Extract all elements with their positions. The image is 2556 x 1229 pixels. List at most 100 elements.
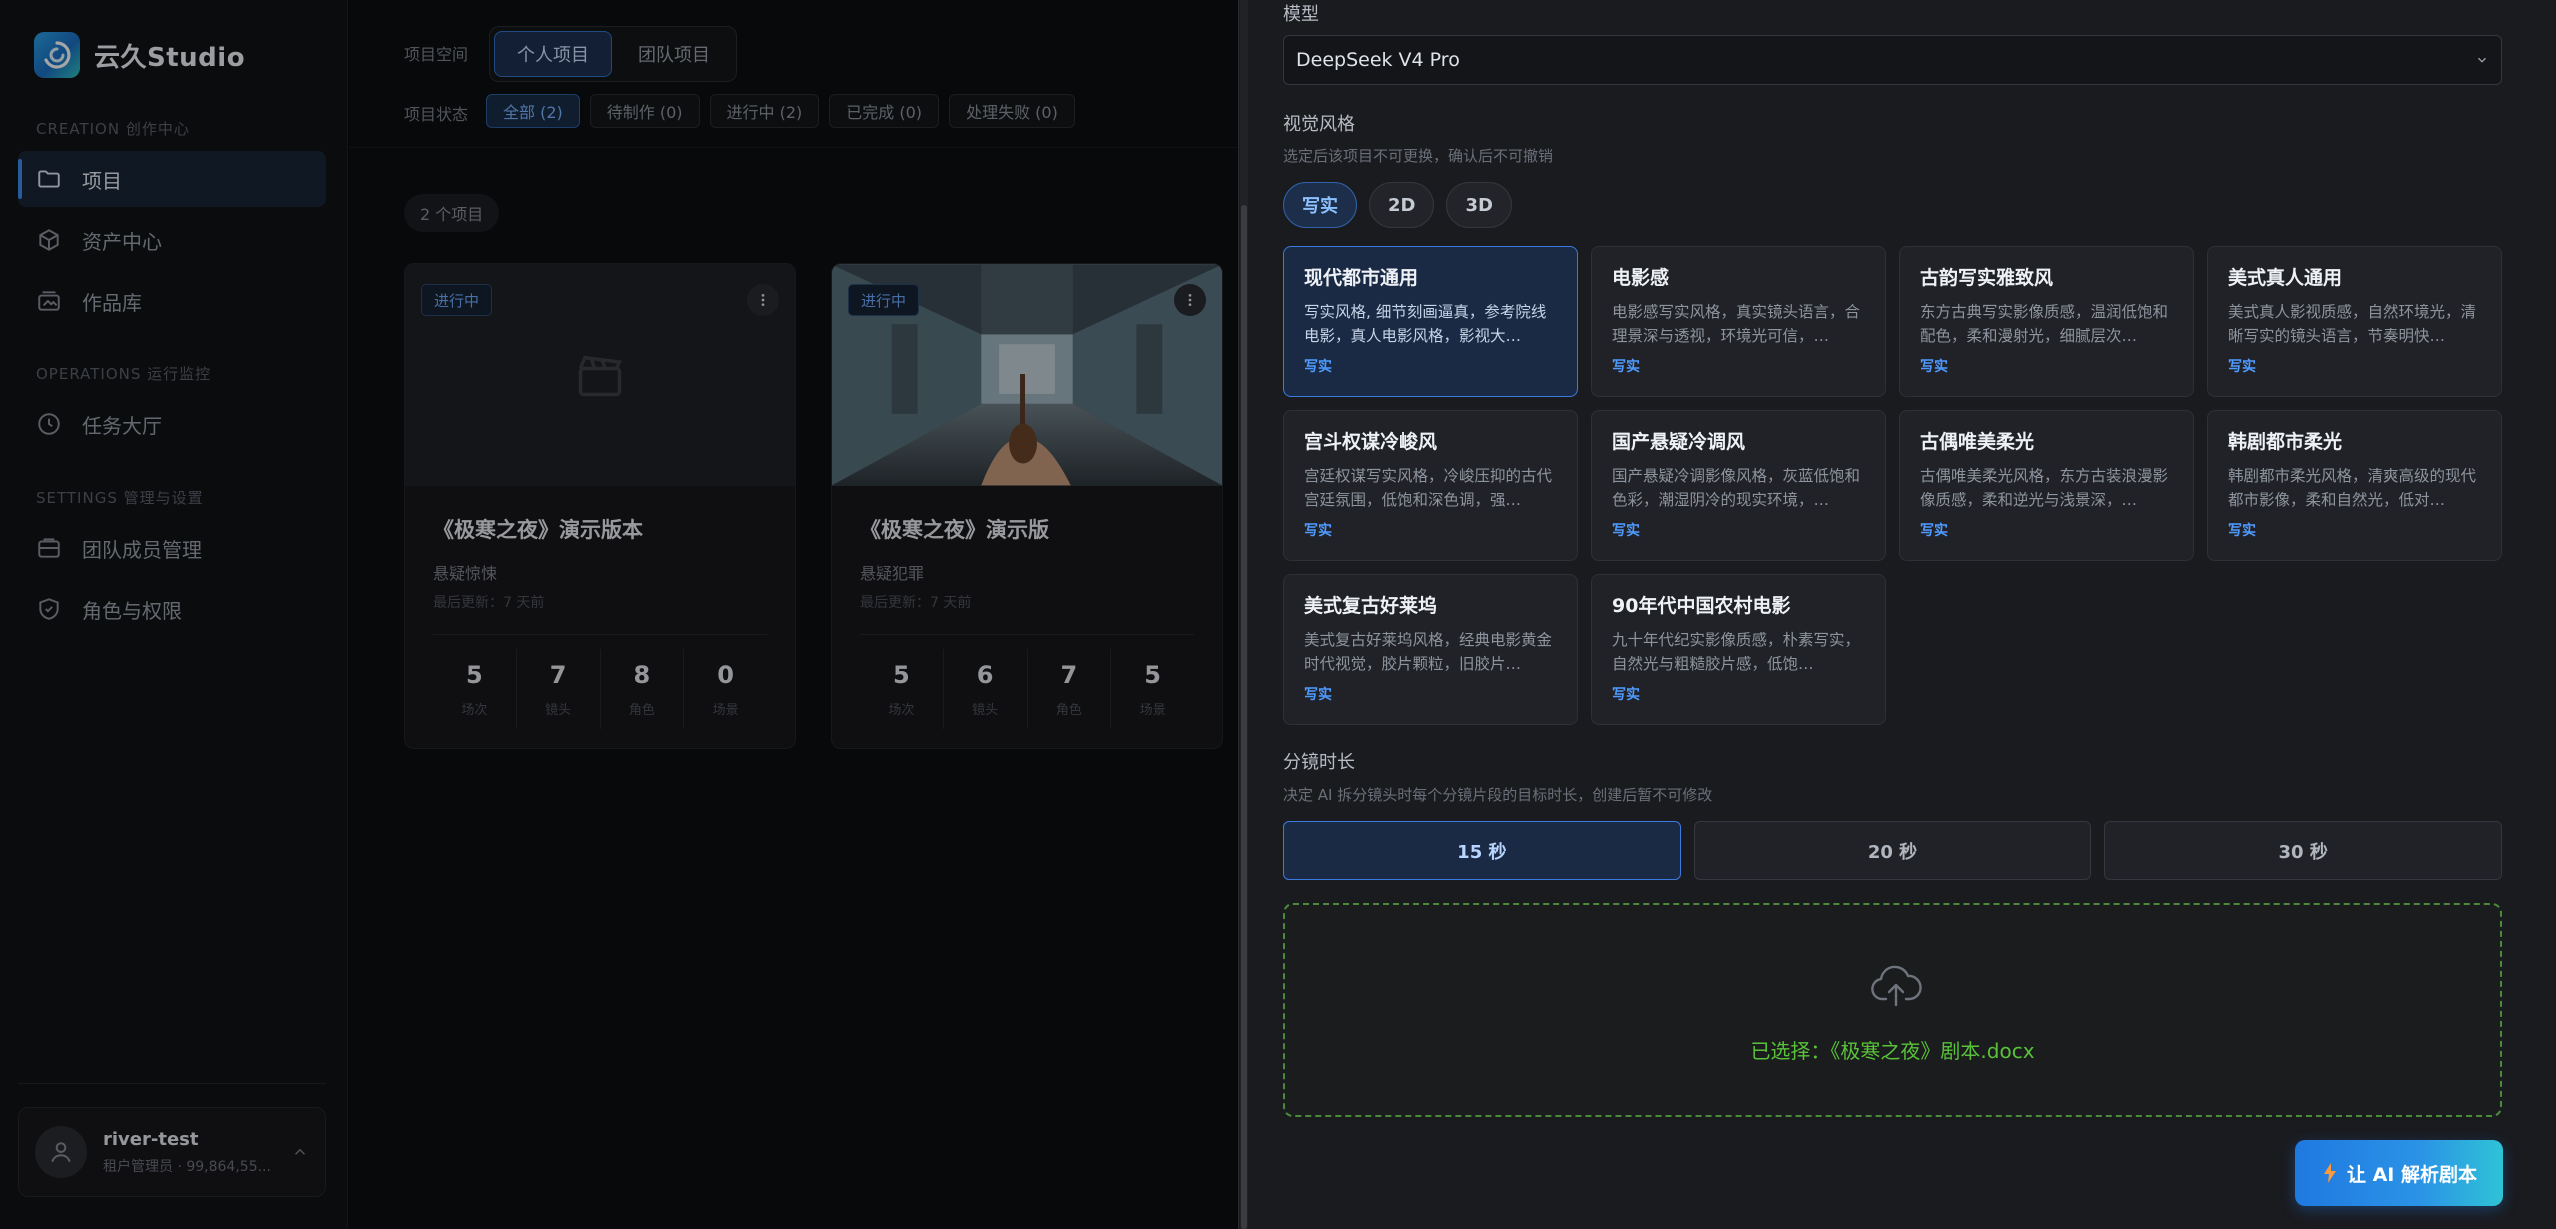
style-title: 美式复古好莱坞: [1304, 595, 1438, 617]
style-card[interactable]: 国产悬疑冷调风 国产悬疑冷调影像风格，灰蓝低饱和色彩，潮湿阴冷的现实环境，… 写实: [1591, 410, 1886, 561]
stat-value: 8: [633, 661, 651, 689]
tab-2d[interactable]: 2D: [1369, 182, 1435, 228]
card-menu-button[interactable]: [1174, 284, 1206, 316]
stat-scenes: 5 场次: [433, 649, 517, 729]
style-title: 美式真人通用: [2228, 267, 2343, 289]
style-tag: 写实: [1612, 687, 1640, 703]
scrollbar-thumb[interactable]: [1241, 205, 1247, 1229]
user-icon: [51, 1142, 71, 1163]
sidebar-item-label: 角色与权限: [82, 598, 182, 623]
filter-chip-all[interactable]: 全部 (2): [486, 94, 580, 128]
sidebar-item-label: 团队成员管理: [82, 537, 202, 562]
users-icon: [38, 538, 60, 558]
selected-file: 已选择：《极寒之夜》剧本.docx: [1750, 1039, 2035, 1063]
style-tag: 写实: [1612, 523, 1640, 539]
stat-label: 场景: [712, 703, 739, 718]
filter-chip-pending[interactable]: 待制作 (0): [589, 94, 700, 128]
sidebar-divider: [18, 1083, 326, 1084]
sidebar-item-tasks[interactable]: 任务大厅: [18, 396, 326, 452]
sidebar-item-label: 资产中心: [82, 229, 162, 254]
style-tag: 写实: [2228, 359, 2256, 375]
brand[interactable]: 云久Studio: [34, 32, 245, 78]
filter-chip-failed[interactable]: 处理失败 (0): [949, 94, 1075, 128]
sidebar-item-label: 任务大厅: [82, 413, 162, 438]
model-select[interactable]: DeepSeek V4 Pro: [1283, 35, 2502, 85]
style-desc: 古偶唯美柔光风格，东方古装浪漫影像质感，柔和逆光与浅景深，…: [1920, 467, 2169, 509]
project-card[interactable]: 进行中 《极寒之夜》演示版 悬疑犯罪 最后更新：7 天前 5 场次 6 镜头 7 角色…: [831, 263, 1223, 749]
status-filter: 全部 (2) 待制作 (0) 进行中 (2) 已完成 (0) 处理失败 (0): [486, 94, 1075, 128]
style-tag: 写实: [1612, 359, 1640, 375]
tab-team-projects[interactable]: 团队项目: [616, 31, 732, 77]
style-card[interactable]: 韩剧都市柔光 韩剧都市柔光风格，清爽高级的现代都市影像，柔和自然光，低对… 写实: [2207, 410, 2502, 561]
style-card[interactable]: 电影感 电影感写实风格，真实镜头语言，合理景深与透视，环境光可信，… 写实: [1591, 246, 1886, 397]
stat-label: 场景: [1139, 703, 1166, 718]
duration-option-15[interactable]: 15 秒: [1283, 821, 1681, 880]
section-operations: OPERATIONS 运行监控: [36, 365, 212, 383]
stat-label: 角色: [628, 703, 655, 718]
style-card[interactable]: 古偶唯美柔光 古偶唯美柔光风格，东方古装浪漫影像质感，柔和逆光与浅景深，… 写实: [1899, 410, 2194, 561]
parse-script-button[interactable]: 让 AI 解析剧本: [2295, 1140, 2503, 1206]
style-title: 古韵写实雅致风: [1920, 267, 2054, 289]
script-upload-dropzone[interactable]: 已选择：《极寒之夜》剧本.docx: [1283, 903, 2502, 1117]
status-badge: 进行中: [421, 284, 493, 316]
card-stats: 5 场次 6 镜头 7 角色 5 场景: [860, 649, 1194, 729]
style-title: 韩剧都市柔光: [2228, 431, 2343, 453]
project-count: 2 个项目: [404, 194, 500, 232]
sidebar-item-works[interactable]: 作品库: [18, 273, 326, 329]
style-title: 电影感: [1612, 267, 1670, 289]
style-card[interactable]: 宫斗权谋冷峻风 宫廷权谋写实风格，冷峻压抑的古代宫廷氛围，低饱和深色调，强… 写实: [1283, 410, 1578, 561]
project-card[interactable]: 进行中 《极寒之夜》演示版本 悬疑惊悚 最后更新：7 天前 5 场次 7 镜头 8 角…: [404, 263, 796, 749]
style-desc: 韩剧都市柔光风格，清爽高级的现代都市影像，柔和自然光，低对…: [2228, 467, 2477, 509]
tab-personal-projects[interactable]: 个人项目: [494, 31, 612, 77]
style-desc: 写实风格, 细节刻画逼真，参考院线电影，真人电影风格，影视大…: [1304, 303, 1547, 345]
sidebar-item-assets[interactable]: 资产中心: [18, 212, 326, 268]
stat-scenes: 5 场次: [860, 649, 944, 729]
cloud-upload-icon: [1871, 965, 1922, 1007]
brand-logo-icon: [34, 32, 80, 78]
duration-hint: 决定 AI 拆分镜头时每个分镜片段的目标时长，创建后暂不可修改: [1283, 786, 1713, 804]
stat-value: 5: [893, 661, 910, 689]
sidebar: 云久Studio CREATION 创作中心 项目 资产中心 作品库 OPERA…: [0, 0, 348, 1229]
style-title: 宫斗权谋冷峻风: [1304, 431, 1438, 453]
style-card[interactable]: 古韵写实雅致风 东方古典写实影像质感，温润低饱和配色，柔和漫射光，细腻层次… 写实: [1899, 246, 2194, 397]
style-label: 视觉风格: [1283, 114, 1355, 135]
image-stack-icon: [38, 291, 60, 311]
style-card[interactable]: 美式复古好莱坞 美式复古好莱坞风格，经典电影黄金时代视觉，胶片颗粒，旧胶片… 写实: [1283, 574, 1578, 725]
style-title: 古偶唯美柔光: [1920, 431, 2035, 453]
filter-chip-completed[interactable]: 已完成 (0): [829, 94, 940, 128]
user-name: river-test: [103, 1128, 199, 1150]
style-tag: 写实: [1920, 359, 1948, 375]
filter-chip-in-progress[interactable]: 进行中 (2): [709, 94, 820, 128]
style-grid: 现代都市通用 写实风格, 细节刻画逼真，参考院线电影，真人电影风格，影视大… 写实 …: [1283, 246, 2502, 725]
style-card[interactable]: 美式真人通用 美式真人影视质感，自然环境光，清晰写实的镜头语言，节奏明快… 写实: [2207, 246, 2502, 397]
sidebar-item-team-members[interactable]: 团队成员管理: [18, 520, 326, 576]
stat-locations: 5 场景: [1111, 649, 1194, 729]
duration-options: 15 秒 20 秒 30 秒: [1283, 821, 2503, 880]
card-menu-button[interactable]: [747, 284, 779, 316]
sidebar-item-roles[interactable]: 角色与权限: [18, 581, 326, 637]
sparkle-icon: [2323, 1163, 2336, 1183]
card-genre: 悬疑犯罪: [860, 564, 925, 583]
card-thumbnail: 进行中: [405, 264, 795, 486]
style-tag: 写实: [1304, 687, 1332, 703]
stat-value: 5: [1144, 661, 1161, 689]
brand-name: 云久Studio: [94, 42, 246, 73]
stat-label: 镜头: [545, 703, 572, 718]
tab-realistic[interactable]: 写实: [1283, 182, 1357, 228]
stat-value: 6: [976, 661, 994, 689]
card-updated: 最后更新：7 天前: [433, 595, 545, 611]
user-menu[interactable]: river-test 租户管理员 · 99,864,55...: [18, 1107, 326, 1197]
stat-value: 7: [549, 661, 567, 689]
tab-3d[interactable]: 3D: [1446, 182, 1512, 228]
clock-icon: [38, 413, 60, 435]
style-title: 90年代中国农村电影: [1612, 595, 1791, 617]
filter-toolbar: 项目空间 个人项目 团队项目 项目状态 全部 (2) 待制作 (0) 进行中 (…: [349, 0, 1237, 148]
style-tag: 写实: [1304, 359, 1332, 375]
chevron-up-icon: [294, 1148, 306, 1155]
style-card[interactable]: 90年代中国农村电影 九十年代纪实影像质感，朴素写实，自然光与粗糙胶片感，低饱… 写…: [1591, 574, 1886, 725]
duration-option-30[interactable]: 30 秒: [2104, 821, 2503, 880]
style-card[interactable]: 现代都市通用 写实风格, 细节刻画逼真，参考院线电影，真人电影风格，影视大… 写实: [1283, 246, 1578, 397]
parse-script-label: 让 AI 解析剧本: [2346, 1163, 2477, 1186]
sidebar-item-projects[interactable]: 项目: [18, 151, 326, 207]
duration-option-20[interactable]: 20 秒: [1693, 821, 2092, 880]
